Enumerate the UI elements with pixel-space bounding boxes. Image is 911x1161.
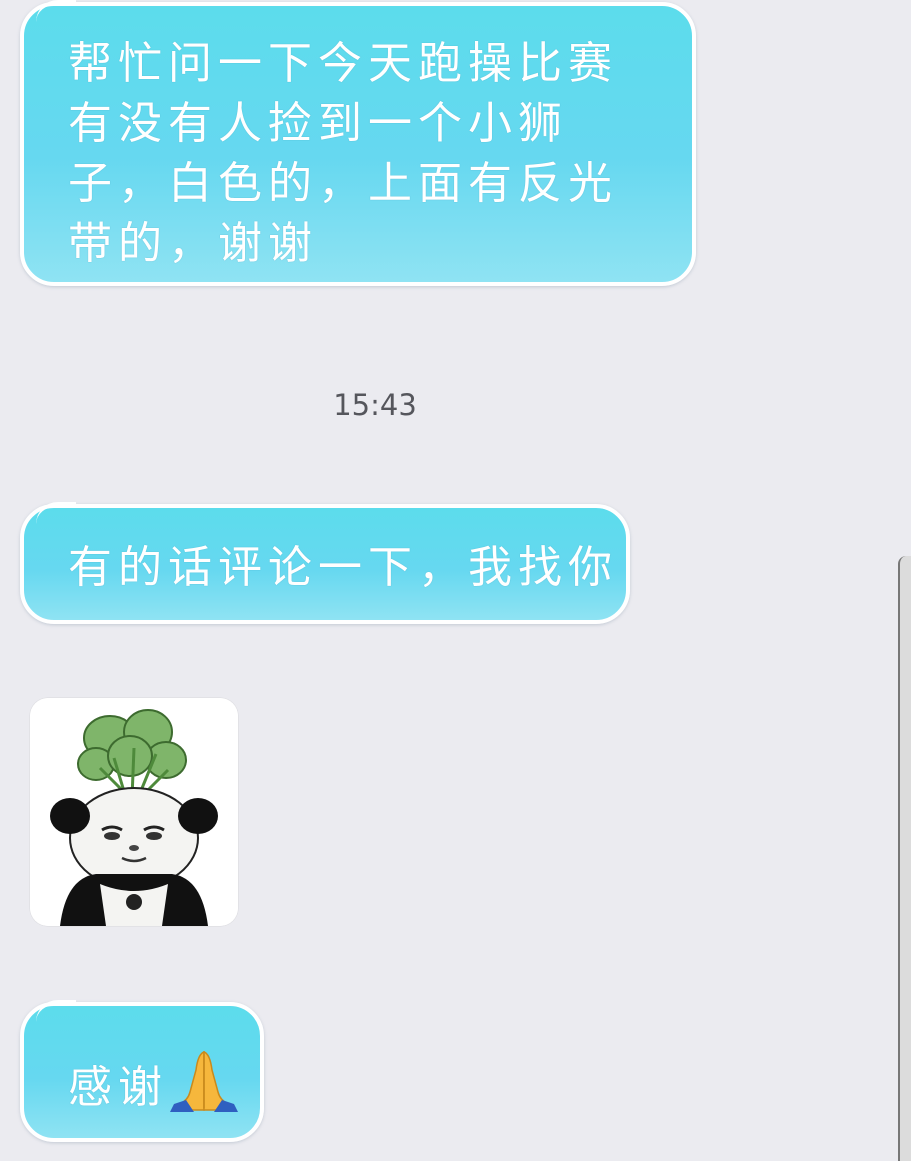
message-bubble-comment[interactable]: 有的话评论一下，我找你: [20, 502, 630, 624]
message-text: 有的话评论一下，我找你: [68, 542, 618, 593]
folded-hands-emoji-icon: [170, 1048, 238, 1128]
message-text: 帮忙问一下今天跑操比赛有没有人捡到一个小狮子，白色的，上面有反光带的，谢谢: [68, 38, 618, 269]
message-bubble-thanks[interactable]: 感谢: [20, 1000, 264, 1142]
message-text: 感谢: [68, 1062, 168, 1113]
scrollbar[interactable]: [898, 556, 911, 1161]
panda-radish-image: [30, 698, 238, 926]
panda-radish-sticker[interactable]: [30, 698, 238, 926]
timestamp: 15:43: [333, 388, 417, 422]
message-bubble-lost-item[interactable]: 帮忙问一下今天跑操比赛有没有人捡到一个小狮子，白色的，上面有反光带的，谢谢: [20, 0, 696, 286]
